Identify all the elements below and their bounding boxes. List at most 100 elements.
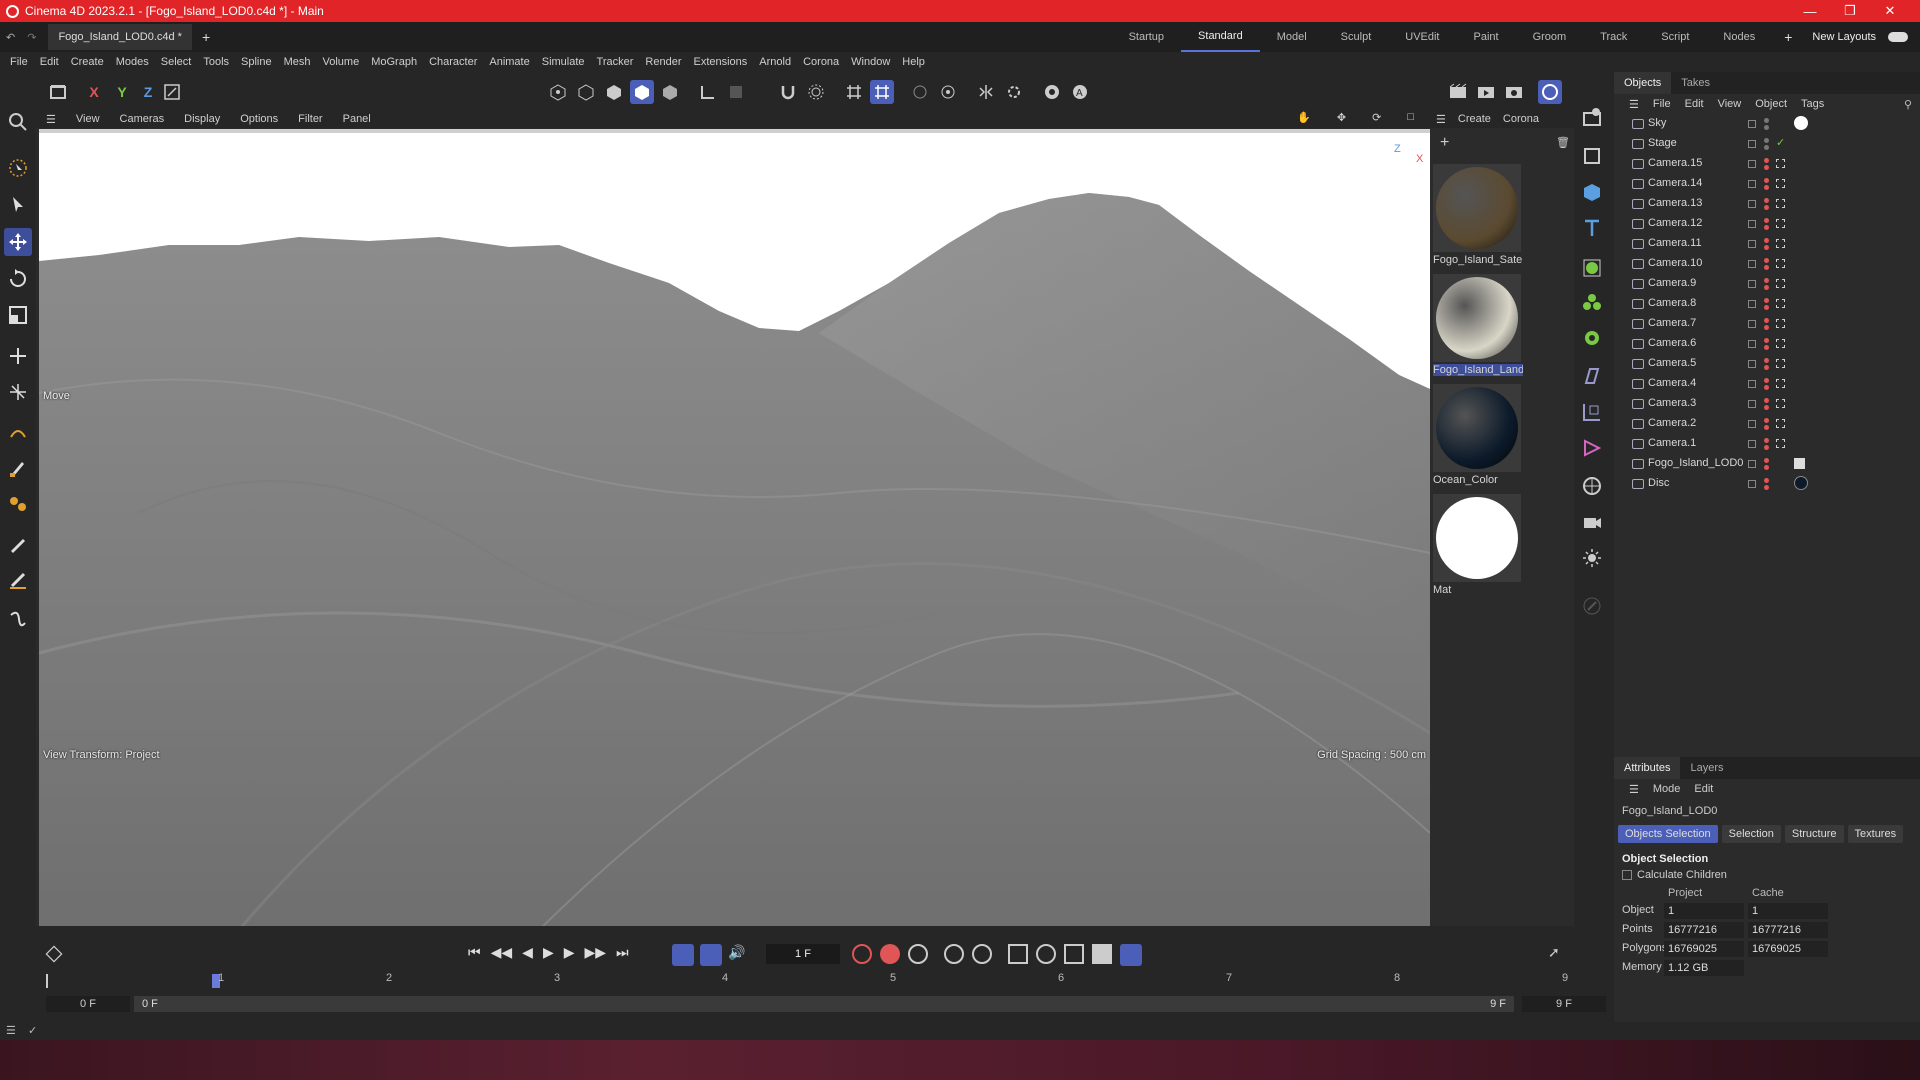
editor-visibility-dot[interactable] bbox=[1764, 338, 1769, 343]
object-row[interactable]: Sky bbox=[1614, 114, 1920, 134]
camera-tag-icon[interactable] bbox=[1776, 179, 1785, 188]
object-row[interactable]: Camera.4 bbox=[1614, 374, 1920, 394]
position-key-icon[interactable] bbox=[1008, 944, 1028, 964]
material-menu-corona[interactable]: Corona bbox=[1497, 113, 1545, 125]
soft-selection-icon[interactable] bbox=[804, 80, 828, 104]
cloner-icon[interactable] bbox=[1578, 288, 1606, 316]
y-axis-lock-icon[interactable]: Y bbox=[110, 80, 134, 104]
viewport-hamburger-icon[interactable]: ☰ bbox=[36, 113, 66, 126]
add-material-icon[interactable]: + bbox=[1440, 134, 1449, 152]
key-lock-icon[interactable] bbox=[944, 944, 964, 964]
menu-simulate[interactable]: Simulate bbox=[536, 56, 591, 68]
new-layouts-toggle[interactable] bbox=[1888, 32, 1908, 42]
editor-visibility-dot[interactable] bbox=[1764, 178, 1769, 183]
object-visibility-checkbox[interactable] bbox=[1748, 260, 1756, 268]
editor-visibility-dot[interactable] bbox=[1764, 298, 1769, 303]
camera-tag-icon[interactable] bbox=[1776, 359, 1785, 368]
go-to-start-icon[interactable]: ⏮ bbox=[468, 944, 481, 961]
menu-modes[interactable]: Modes bbox=[110, 56, 155, 68]
material-item[interactable]: Ocean_Color bbox=[1433, 384, 1523, 486]
menu-create[interactable]: Create bbox=[65, 56, 110, 68]
object-row[interactable]: Disc bbox=[1614, 474, 1920, 494]
cube-primitive-icon[interactable] bbox=[1578, 142, 1606, 170]
viewport-menu-filter[interactable]: Filter bbox=[288, 113, 332, 125]
editor-visibility-dot[interactable] bbox=[1764, 138, 1769, 143]
attr-hamburger-icon[interactable]: ☰ bbox=[1622, 783, 1646, 796]
object-visibility-checkbox[interactable] bbox=[1748, 200, 1756, 208]
rotate-view-icon[interactable]: ⟳ bbox=[1362, 111, 1391, 124]
generator-icon[interactable] bbox=[1578, 254, 1606, 282]
scale-tool-icon[interactable] bbox=[4, 301, 32, 329]
objects-menu-object[interactable]: Object bbox=[1748, 98, 1794, 110]
minimize-icon[interactable]: — bbox=[1790, 0, 1830, 22]
object-row[interactable]: Camera.5 bbox=[1614, 354, 1920, 374]
layout-tab-model[interactable]: Model bbox=[1260, 22, 1324, 52]
max-frame-field[interactable]: 9 F bbox=[1522, 996, 1606, 1012]
texture-tag-icon[interactable] bbox=[1794, 458, 1805, 469]
render-visibility-dot[interactable] bbox=[1764, 285, 1769, 290]
z-axis-lock-icon[interactable]: Z bbox=[136, 80, 160, 104]
object-visibility-checkbox[interactable] bbox=[1748, 320, 1756, 328]
add-layout-icon[interactable]: + bbox=[1772, 29, 1804, 45]
pan-view-icon[interactable]: ✋ bbox=[1287, 111, 1321, 124]
object-visibility-checkbox[interactable] bbox=[1748, 360, 1756, 368]
edges-mode-icon[interactable] bbox=[574, 80, 598, 104]
play-icon[interactable]: ▶ bbox=[543, 944, 554, 961]
camera-tag-icon[interactable] bbox=[1776, 439, 1785, 448]
render-visibility-dot[interactable] bbox=[1764, 265, 1769, 270]
model-mode-icon[interactable] bbox=[46, 80, 70, 104]
editor-visibility-dot[interactable] bbox=[1764, 198, 1769, 203]
menu-mograph[interactable]: MoGraph bbox=[365, 56, 423, 68]
render-visibility-dot[interactable] bbox=[1764, 445, 1769, 450]
camera-tag-icon[interactable] bbox=[1776, 319, 1785, 328]
menu-render[interactable]: Render bbox=[639, 56, 687, 68]
object-row[interactable]: Camera.11 bbox=[1614, 234, 1920, 254]
render-visibility-dot[interactable] bbox=[1764, 165, 1769, 170]
object-row[interactable]: Camera.6 bbox=[1614, 334, 1920, 354]
render-visibility-dot[interactable] bbox=[1764, 325, 1769, 330]
viewport-menu-panel[interactable]: Panel bbox=[333, 113, 381, 125]
attr-cache-value[interactable]: 1 bbox=[1748, 903, 1828, 919]
editor-visibility-dot[interactable] bbox=[1764, 478, 1769, 483]
objects-hamburger-icon[interactable]: ☰ bbox=[1622, 98, 1646, 111]
camera-tag-icon[interactable] bbox=[1776, 279, 1785, 288]
render-visibility-dot[interactable] bbox=[1764, 405, 1769, 410]
objects-tab-objects[interactable]: Objects bbox=[1614, 72, 1672, 94]
loop-icon[interactable] bbox=[672, 944, 694, 966]
field-icon[interactable] bbox=[1578, 398, 1606, 426]
object-row[interactable]: Camera.1 bbox=[1614, 434, 1920, 454]
object-row[interactable]: Fogo_Island_LOD0 bbox=[1614, 454, 1920, 474]
status-check-icon[interactable]: ✓ bbox=[28, 1024, 37, 1037]
3d-viewport[interactable]: View Transform: Project Grid Spacing : 5… bbox=[39, 129, 1430, 926]
keyframe-icon[interactable] bbox=[45, 945, 63, 963]
key-settings-icon[interactable] bbox=[908, 944, 928, 964]
spline-smooth-icon[interactable] bbox=[4, 490, 32, 518]
min-frame-field[interactable]: 0 F bbox=[46, 996, 130, 1012]
menu-character[interactable]: Character bbox=[423, 56, 483, 68]
render-visibility-dot[interactable] bbox=[1764, 345, 1769, 350]
menu-animate[interactable]: Animate bbox=[483, 56, 535, 68]
auto-mode-icon[interactable]: A bbox=[1068, 80, 1092, 104]
next-key-icon[interactable]: ▶▶ bbox=[585, 944, 607, 961]
attr-cache-value[interactable]: 16777216 bbox=[1748, 922, 1828, 938]
render-visibility-dot[interactable] bbox=[1764, 485, 1769, 490]
layout-tab-uvedit[interactable]: UVEdit bbox=[1388, 22, 1456, 52]
workplane-icon[interactable] bbox=[908, 80, 932, 104]
menu-tracker[interactable]: Tracker bbox=[591, 56, 640, 68]
object-row[interactable]: Camera.14 bbox=[1614, 174, 1920, 194]
object-visibility-checkbox[interactable] bbox=[1748, 140, 1756, 148]
object-visibility-checkbox[interactable] bbox=[1748, 160, 1756, 168]
camera-tag-icon[interactable] bbox=[1776, 199, 1785, 208]
select-tool-icon[interactable] bbox=[4, 154, 32, 182]
render-settings-icon[interactable] bbox=[1502, 80, 1526, 104]
render-visibility-dot[interactable] bbox=[1764, 385, 1769, 390]
render-visibility-dot[interactable] bbox=[1764, 305, 1769, 310]
viewport-menu-options[interactable]: Options bbox=[230, 113, 288, 125]
camera-tag-icon[interactable] bbox=[1776, 219, 1785, 228]
layout-tab-standard[interactable]: Standard bbox=[1181, 22, 1260, 52]
delete-material-icon[interactable]: 🗑 bbox=[1556, 136, 1570, 149]
effector-icon[interactable] bbox=[1578, 324, 1606, 352]
render-view-icon[interactable] bbox=[1446, 80, 1470, 104]
disc-material-tag-icon[interactable] bbox=[1794, 476, 1808, 490]
editor-visibility-dot[interactable] bbox=[1764, 418, 1769, 423]
